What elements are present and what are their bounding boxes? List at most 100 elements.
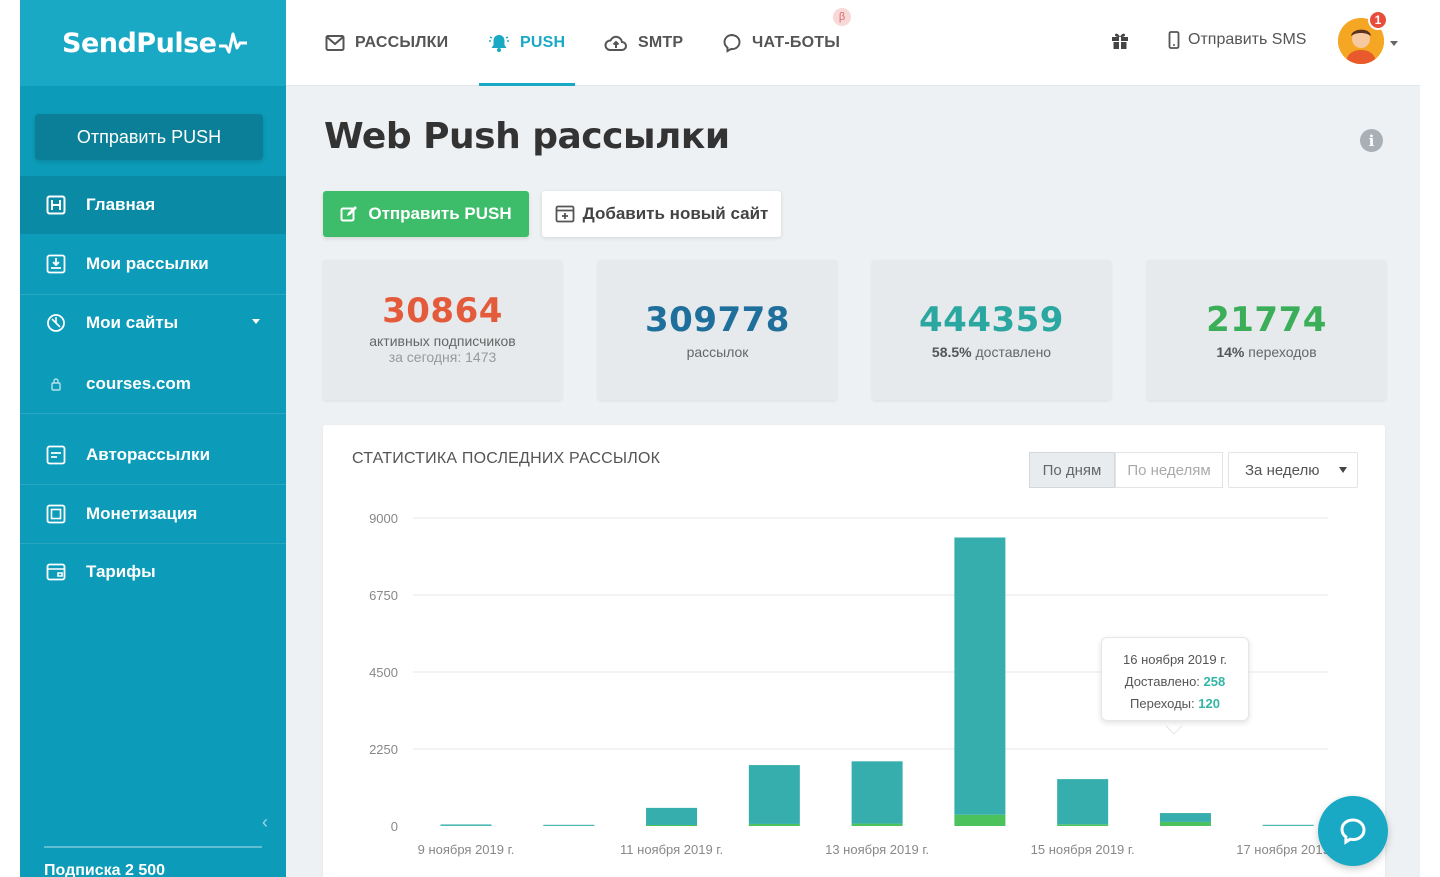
sites-icon	[46, 313, 66, 333]
sidebar-item-home[interactable]: Главная	[20, 176, 286, 234]
stat-value: 309778	[645, 300, 790, 340]
button-label: Добавить новый сайт	[582, 204, 769, 223]
stat-value: 30864	[382, 291, 503, 331]
info-icon[interactable]: i	[1360, 129, 1383, 152]
tab-emails[interactable]: РАССЫЛКИ	[325, 0, 448, 86]
bar-delivered	[543, 824, 595, 826]
sidebar-item-sites[interactable]: Мои сайты	[20, 294, 286, 352]
y-tick-label: 9000	[369, 511, 398, 526]
tooltip-delivered: Доставлено: 258	[1102, 671, 1248, 693]
tab-label: ЧАТ-БОТЫ	[752, 34, 841, 51]
stat-sub-label: за сегодня: 1473	[323, 349, 562, 365]
sidebar-item-label: Авторассылки	[86, 445, 211, 464]
tooltip-clicks-label: Переходы:	[1130, 696, 1195, 711]
add-site-button[interactable]: Добавить новый сайт	[542, 191, 781, 237]
tooltip-clicks: Переходы: 120	[1102, 693, 1248, 715]
tab-label: SMTP	[638, 34, 684, 51]
y-tick-label: 2250	[369, 742, 398, 757]
logo-text: SendPulse	[62, 27, 217, 59]
lock-icon	[46, 374, 66, 394]
stat-card-subscribers: 30864 активных подписчиков за сегодня: 1…	[323, 260, 562, 400]
bar-clicks	[954, 814, 1006, 826]
stat-label: 14% переходов	[1147, 344, 1386, 360]
sidebar-item-label: Мои рассылки	[86, 254, 209, 273]
top-navigation: РАССЫЛКИ PUSH SMTP ЧАТ-БОТЫ β Отправить …	[286, 0, 1420, 86]
today-value: 1473	[465, 349, 497, 365]
bar-clicks	[646, 824, 698, 826]
sidebar-item-site-courses[interactable]: courses.com	[20, 355, 286, 413]
sidebar-item-tariffs[interactable]: Тарифы	[20, 543, 286, 601]
sidebar-item-label: courses.com	[86, 374, 191, 393]
bar-delivered	[851, 761, 903, 824]
y-tick-label: 4500	[369, 665, 398, 680]
bar-clicks	[748, 823, 800, 826]
stat-label: активных подписчиков	[369, 333, 516, 349]
stat-percent: 14%	[1216, 344, 1245, 360]
subscription-label[interactable]: Подписка 2 500	[44, 862, 165, 877]
sidebar-divider	[20, 413, 286, 414]
chevron-down-icon[interactable]	[252, 319, 260, 324]
beta-badge: β	[833, 8, 851, 26]
chat-bubble-icon	[1340, 818, 1366, 845]
tab-label: PUSH	[520, 34, 566, 51]
sidebar-item-autoresponders[interactable]: Авторассылки	[20, 426, 286, 484]
sidebar-item-monetization[interactable]: Монетизация	[20, 485, 286, 543]
bar-delivered	[646, 807, 698, 825]
bar-delivered	[954, 537, 1006, 815]
stat-value: 444359	[919, 300, 1064, 340]
money-icon	[46, 504, 66, 524]
home-icon	[46, 195, 66, 215]
subscription-progress	[44, 846, 262, 848]
x-tick-label: 13 ноября 2019 г.	[825, 842, 929, 857]
tariff-icon	[46, 562, 66, 582]
sendpulse-logo[interactable]: SendPulse	[62, 28, 248, 59]
y-tick-label: 0	[391, 819, 398, 834]
sidebar-item-mailings[interactable]: Мои рассылки	[20, 235, 286, 293]
chat-button[interactable]	[1318, 796, 1388, 866]
tab-smtp[interactable]: SMTP	[604, 0, 683, 86]
add-site-icon	[555, 204, 575, 224]
x-tick-label: 11 ноября 2019 г.	[620, 842, 723, 857]
stat-card-delivered: 444359 58.5% доставлено	[872, 260, 1111, 400]
chat-bubble-icon	[722, 33, 742, 53]
page-title: Web Push рассылки	[324, 116, 730, 157]
button-label: Отправить PUSH	[368, 204, 512, 223]
envelope-icon	[325, 34, 345, 52]
x-tick-label: 15 ноября 2019 г.	[1031, 842, 1135, 857]
bar-delivered	[748, 765, 800, 824]
send-push-button[interactable]: Отправить PUSH	[323, 191, 529, 237]
bar-delivered	[1159, 813, 1211, 822]
sidebar-item-label: Главная	[86, 195, 156, 214]
sidebar-item-label: Монетизация	[86, 504, 198, 523]
tab-push[interactable]: PUSH	[488, 0, 565, 86]
phone-icon	[1168, 31, 1180, 49]
logo-area[interactable]: SendPulse	[20, 0, 286, 86]
bar-clicks	[851, 823, 903, 826]
tooltip-date: 16 ноября 2019 г.	[1123, 652, 1227, 667]
stat-card-mailings: 309778 рассылок	[598, 260, 837, 400]
sidebar-item-label: Мои сайты	[86, 313, 179, 332]
chevron-down-icon[interactable]	[1390, 41, 1398, 46]
collapse-sidebar-icon[interactable]: ‹	[262, 812, 268, 833]
send-sms-link[interactable]: Отправить SMS	[1168, 0, 1306, 80]
gift-icon[interactable]	[1110, 30, 1130, 55]
app-window: SendPulse Отправить PUSH Главная Мои рас…	[20, 0, 1420, 877]
stat-percent: 58.5%	[931, 344, 972, 360]
tooltip-delivered-label: Доставлено:	[1124, 674, 1200, 689]
bar-clicks	[1057, 824, 1109, 826]
sidebar-item-label: Тарифы	[86, 562, 156, 581]
tab-chatbots[interactable]: ЧАТ-БОТЫ	[722, 0, 840, 86]
active-tab-indicator	[479, 83, 575, 86]
x-tick-label: 9 ноября 2019 г.	[418, 842, 515, 857]
auto-icon	[46, 445, 66, 465]
cloud-upload-icon	[604, 34, 628, 52]
tooltip-clicks-value: 120	[1198, 696, 1220, 711]
pulse-icon	[219, 32, 248, 54]
bar-delivered	[1262, 824, 1314, 826]
bar-delivered	[440, 824, 492, 826]
sidebar-send-push-button[interactable]: Отправить PUSH	[35, 114, 263, 160]
tab-label: РАССЫЛКИ	[355, 34, 449, 51]
bar-clicks	[1159, 821, 1211, 826]
stat-label: 58.5% доставлено	[872, 344, 1111, 360]
tooltip-delivered-value: 258	[1203, 674, 1226, 689]
